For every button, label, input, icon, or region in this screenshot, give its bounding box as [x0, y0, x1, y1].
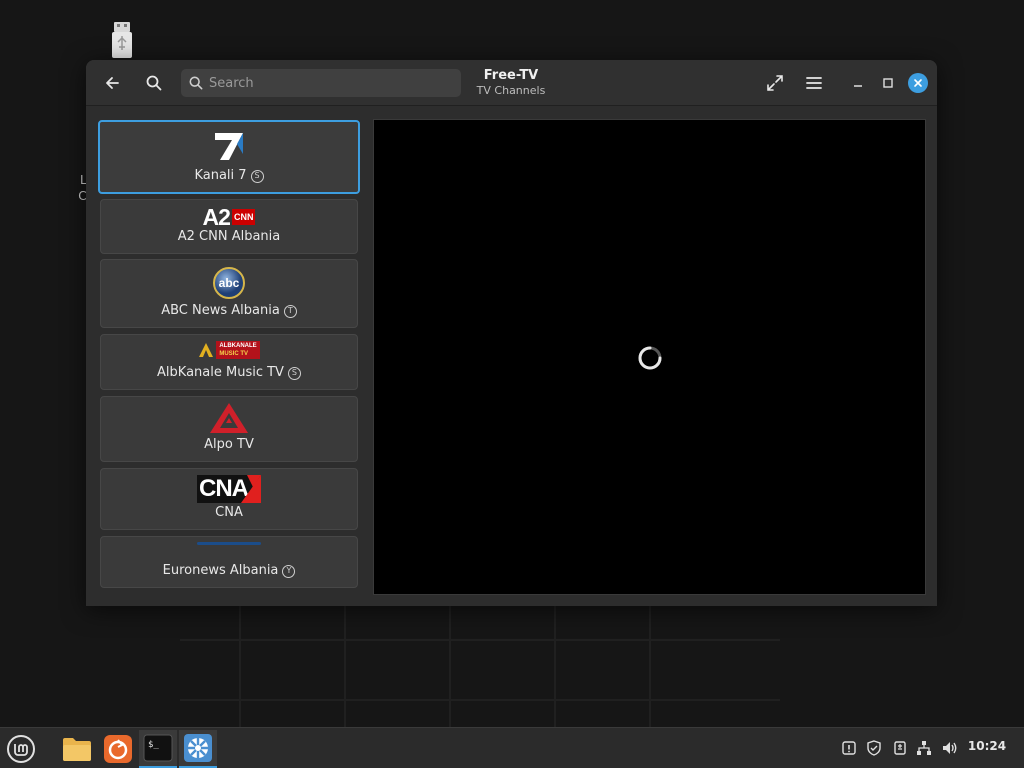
- badge-icon: Y: [282, 564, 296, 578]
- close-button[interactable]: [908, 73, 928, 93]
- badge-icon: S: [250, 169, 264, 183]
- badge-icon: S: [287, 366, 301, 380]
- fullscreen-button[interactable]: [759, 68, 791, 98]
- free-tv-window: Free-TV TV Channels: [86, 60, 937, 606]
- main-menu-button[interactable]: [798, 68, 830, 98]
- expand-icon: [767, 75, 783, 91]
- free-tv-launcher[interactable]: [179, 730, 217, 768]
- search-toggle-button[interactable]: [138, 68, 170, 98]
- channel-name: A2 CNN Albania: [177, 229, 281, 244]
- channel-name: Euronews Albania Y: [163, 563, 296, 579]
- minimize-button[interactable]: [842, 68, 874, 98]
- terminal-launcher[interactable]: $_: [139, 730, 177, 768]
- close-icon: [914, 79, 922, 87]
- window-subtitle: TV Channels: [476, 84, 546, 97]
- search-input[interactable]: [209, 75, 439, 91]
- headerbar: Free-TV TV Channels: [86, 60, 937, 106]
- firefox-launcher[interactable]: [99, 730, 137, 768]
- channel-item[interactable]: Euronews Albania Y: [100, 536, 358, 588]
- taskbar: $_ 10:24: [0, 727, 1024, 768]
- mint-menu-button[interactable]: [2, 730, 40, 768]
- albkanale-logo: ALBKANALE MUSIC TV: [101, 341, 357, 359]
- cna-logo: CNA: [101, 475, 357, 503]
- hamburger-menu-icon: [806, 77, 822, 89]
- speaker-icon: [943, 742, 957, 754]
- wallpaper-grid: [180, 600, 780, 727]
- update-alert-icon: [842, 741, 856, 755]
- channel-name: CNA: [215, 505, 243, 520]
- channel-name: Alpo TV: [204, 437, 254, 452]
- folder-icon: [63, 738, 91, 761]
- search-field[interactable]: [181, 69, 461, 97]
- svg-text:abc: abc: [219, 276, 240, 290]
- usb-drive-icon[interactable]: [108, 20, 136, 60]
- shield-icon: [867, 740, 881, 756]
- clock[interactable]: 10:24: [962, 739, 1012, 753]
- channel-list[interactable]: Kanali 7 S A2 CNN A2 CNN Albania abc ABC…: [97, 118, 362, 596]
- search-icon: [189, 76, 203, 90]
- a2-cnn-logo: A2 CNN: [202, 204, 256, 230]
- channel-item[interactable]: abc ABC News Albania T: [100, 259, 358, 328]
- channel-item[interactable]: Kanali 7 S: [98, 120, 360, 194]
- channel-item[interactable]: Alpo TV: [100, 396, 358, 462]
- update-manager-tray[interactable]: [839, 738, 859, 758]
- main-content: Kanali 7 S A2 CNN A2 CNN Albania abc ABC…: [86, 106, 937, 606]
- files-launcher[interactable]: [58, 730, 96, 768]
- badge-icon: T: [283, 304, 297, 318]
- free-tv-app-icon: [184, 734, 212, 762]
- notes-icon: [894, 741, 906, 755]
- channel-name: Kanali 7 S: [194, 168, 264, 184]
- network-icon: [917, 741, 931, 755]
- network-tray[interactable]: [914, 738, 934, 758]
- video-player[interactable]: [373, 119, 926, 595]
- linux-mint-logo-icon: [7, 735, 35, 763]
- window-title: Free-TV: [483, 68, 539, 83]
- terminal-icon: $_: [143, 734, 173, 762]
- channel-item[interactable]: CNA CNA: [100, 468, 358, 530]
- firefox-icon: [104, 735, 132, 763]
- window-title-area: Free-TV TV Channels: [466, 68, 556, 98]
- search-icon: [146, 75, 162, 91]
- channel-name: ABC News Albania T: [161, 303, 297, 319]
- channel-name: AlbKanale Music TV S: [157, 365, 301, 381]
- back-button[interactable]: [96, 68, 128, 98]
- kanali7-logo: [100, 130, 358, 162]
- abc-news-logo: abc: [101, 266, 357, 300]
- minimize-icon: [854, 85, 862, 87]
- maximize-button[interactable]: [872, 68, 904, 98]
- maximize-icon: [883, 78, 893, 88]
- arrow-left-icon: [106, 77, 119, 89]
- loading-spinner-icon: [638, 346, 662, 370]
- clipboard-tray[interactable]: [890, 738, 910, 758]
- svg-text:$_: $_: [148, 740, 159, 750]
- channel-item[interactable]: ALBKANALE MUSIC TV AlbKanale Music TV S: [100, 334, 358, 390]
- channel-item[interactable]: A2 CNN A2 CNN Albania: [100, 199, 358, 254]
- euronews-logo: [101, 541, 357, 547]
- shield-tray[interactable]: [864, 738, 884, 758]
- volume-tray[interactable]: [940, 738, 960, 758]
- alpo-tv-logo: [101, 401, 357, 435]
